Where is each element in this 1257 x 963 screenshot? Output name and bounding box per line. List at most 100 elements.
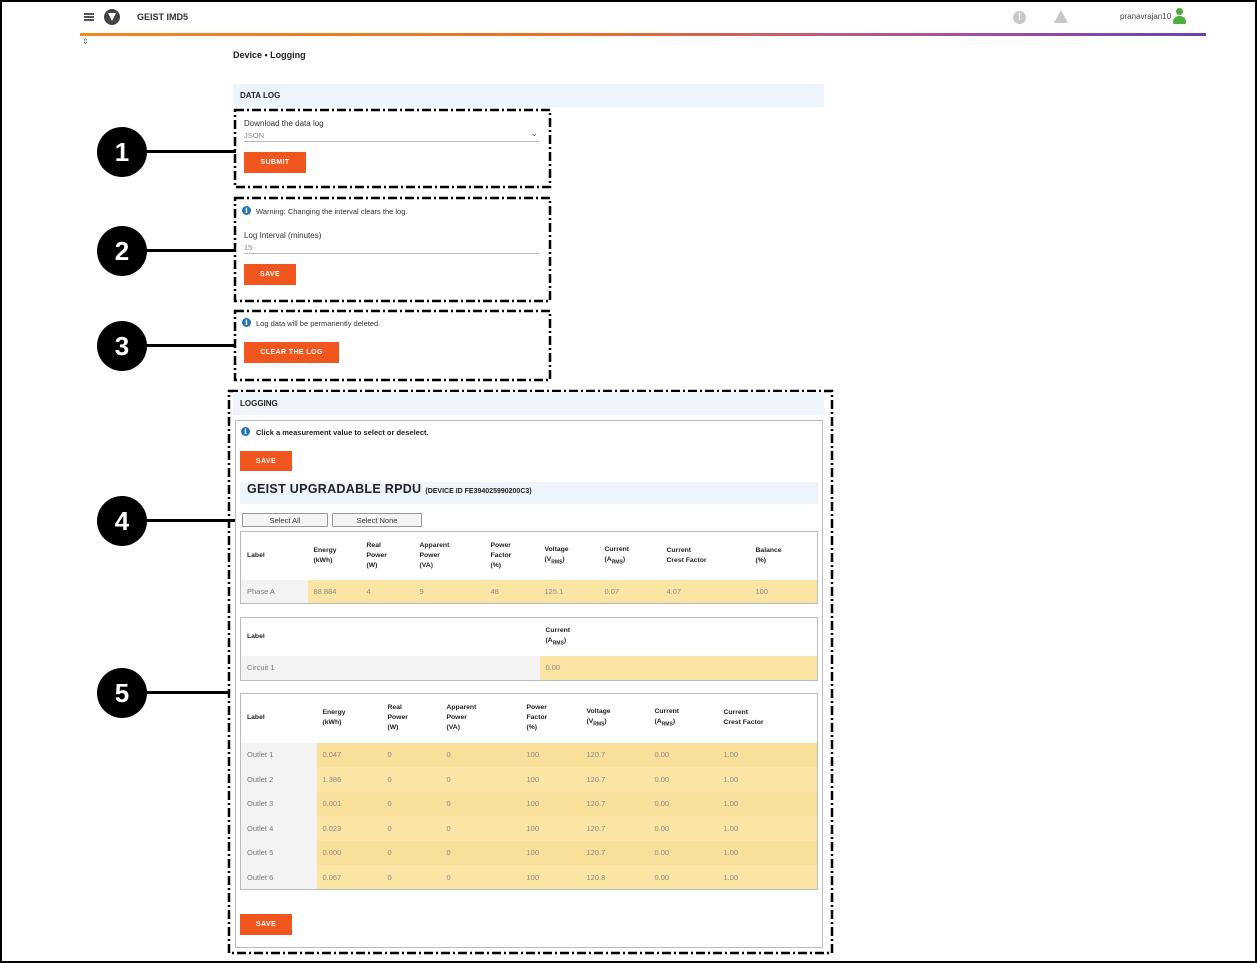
measurement-cell[interactable]: 120.7 bbox=[580, 840, 649, 865]
select-none-button[interactable]: Select None bbox=[332, 513, 422, 527]
measurement-cell[interactable]: 120.7 bbox=[580, 742, 649, 767]
save-interval-button[interactable]: SAVE bbox=[244, 264, 296, 285]
col-header: Balance (%) bbox=[755, 546, 782, 564]
table-row: Outlet 4 0.023 0 0 100 120.7 0.00 1.00 bbox=[240, 816, 818, 841]
measurement-cell[interactable]: 0.00 bbox=[648, 840, 718, 865]
measurement-cell[interactable]: 0.000 bbox=[316, 840, 382, 865]
measurement-cell[interactable]: 0.07 bbox=[598, 579, 661, 604]
col-header: Apparent Power (VA) bbox=[446, 704, 477, 732]
save-top-button[interactable]: SAVE bbox=[240, 451, 292, 471]
col-header: Voltage (VRMS) bbox=[544, 545, 569, 565]
callout-5: 5 bbox=[97, 668, 147, 718]
interval-input[interactable]: 15 bbox=[244, 243, 252, 252]
col-header: Real Power (W) bbox=[366, 541, 387, 569]
measurement-cell[interactable]: 120.7 bbox=[580, 791, 649, 816]
measurement-cell[interactable]: 120.7 bbox=[580, 816, 649, 841]
info-icon: i bbox=[242, 318, 251, 327]
measurement-cell[interactable]: 4.07 bbox=[660, 579, 750, 604]
table-row: Circuit 1 0.00 bbox=[240, 655, 818, 681]
callout-3: 3 bbox=[97, 321, 147, 371]
callout-2-line bbox=[146, 249, 236, 252]
col-header: Label bbox=[247, 714, 265, 722]
table-row: Phase A 88.884 4 9 48 125.1 0.07 4.07 10… bbox=[240, 579, 818, 604]
measurement-cell[interactable]: 0.00 bbox=[648, 767, 718, 792]
phase-table: Label Energy (kWh) Real Power (W) Apparent P… bbox=[240, 531, 818, 604]
measurement-cell[interactable]: 0.00 bbox=[648, 742, 718, 767]
measurement-cell[interactable]: 0 bbox=[381, 791, 441, 816]
outlet-label: Outlet 5 bbox=[240, 840, 317, 865]
table-row: Outlet 3 0.001 0 0 100 120.7 0.00 1.00 bbox=[240, 791, 818, 816]
callout-4: 4 bbox=[97, 496, 147, 546]
measurement-cell[interactable]: 9 bbox=[413, 579, 485, 604]
measurement-cell[interactable]: 1.00 bbox=[717, 791, 818, 816]
col-header: Voltage (VRMS) bbox=[586, 708, 611, 728]
col-header: Current (ARMS) bbox=[604, 545, 630, 565]
measurement-cell[interactable]: 0 bbox=[440, 791, 521, 816]
callout-3-line bbox=[146, 344, 236, 347]
measurement-cell[interactable]: 0 bbox=[440, 742, 521, 767]
interval-label: Log Interval (minutes) bbox=[244, 231, 322, 240]
measurement-cell[interactable]: 48 bbox=[484, 579, 539, 604]
measurement-cell[interactable]: 0 bbox=[381, 840, 441, 865]
measurement-cell[interactable]: 0 bbox=[381, 767, 441, 792]
measurement-cell[interactable]: 88.884 bbox=[307, 579, 361, 604]
measurement-cell[interactable]: 0 bbox=[381, 816, 441, 841]
callout-1-line bbox=[146, 150, 236, 153]
table-row: Outlet 6 0.067 0 0 100 120.8 0.00 1.00 bbox=[240, 865, 818, 890]
callout-4-line bbox=[146, 519, 240, 522]
outlet-label: Outlet 2 bbox=[240, 767, 317, 792]
measurement-cell[interactable]: 0 bbox=[381, 742, 441, 767]
measurement-cell[interactable]: 100 bbox=[520, 816, 581, 841]
measurement-cell[interactable]: 100 bbox=[520, 865, 581, 890]
measurement-cell[interactable]: 100 bbox=[520, 742, 581, 767]
measurement-cell[interactable]: 0.001 bbox=[316, 791, 382, 816]
measurement-cell[interactable]: 0 bbox=[381, 865, 441, 890]
measurement-cell[interactable]: 0 bbox=[440, 840, 521, 865]
callout-1: 1 bbox=[97, 127, 147, 177]
logging-info: Click a measurement value to select or d… bbox=[256, 428, 429, 437]
measurement-cell[interactable]: 0 bbox=[440, 767, 521, 792]
select-all-button[interactable]: Select All bbox=[242, 513, 328, 527]
col-header: Power Factor (%) bbox=[490, 541, 512, 569]
outlet-label: Outlet 3 bbox=[240, 791, 317, 816]
download-format-select[interactable]: JSON bbox=[244, 131, 264, 140]
callout-5-line bbox=[146, 691, 230, 694]
col-header: Real Power (W) bbox=[387, 704, 408, 732]
measurement-cell[interactable]: 0.00 bbox=[648, 816, 718, 841]
measurement-cell[interactable]: 0.00 bbox=[539, 655, 818, 681]
col-header: Energy (kWh) bbox=[322, 709, 346, 727]
measurement-cell[interactable]: 120.7 bbox=[580, 767, 649, 792]
measurement-cell[interactable]: 0.00 bbox=[648, 791, 718, 816]
table-row: Outlet 5 0.000 0 0 100 120.7 0.00 1.00 bbox=[240, 840, 818, 865]
measurement-cell[interactable]: 100 bbox=[520, 767, 581, 792]
measurement-cell[interactable]: 1.386 bbox=[316, 767, 382, 792]
measurement-cell[interactable]: 1.00 bbox=[717, 742, 818, 767]
submit-button[interactable]: SUBMIT bbox=[244, 152, 306, 173]
save-bottom-button[interactable]: SAVE bbox=[240, 914, 292, 935]
measurement-cell[interactable]: 0 bbox=[440, 865, 521, 890]
measurement-cell[interactable]: 0.047 bbox=[316, 742, 382, 767]
measurement-cell[interactable]: 125.1 bbox=[538, 579, 599, 604]
measurement-cell[interactable]: 1.00 bbox=[717, 816, 818, 841]
device-name: GEIST UPGRADABLE RPDU bbox=[247, 482, 422, 496]
info-icon: i bbox=[242, 206, 251, 215]
col-header: Current Crest Factor bbox=[666, 546, 707, 564]
input-underline bbox=[244, 253, 539, 254]
measurement-cell[interactable]: 0 bbox=[440, 816, 521, 841]
measurement-cell[interactable]: 1.00 bbox=[717, 865, 818, 890]
col-header: Power Factor (%) bbox=[526, 704, 548, 732]
measurement-cell[interactable]: 100 bbox=[520, 791, 581, 816]
measurement-cell[interactable]: 100 bbox=[520, 840, 581, 865]
measurement-cell[interactable]: 120.8 bbox=[580, 865, 649, 890]
measurement-cell[interactable]: 0.00 bbox=[648, 865, 718, 890]
measurement-cell[interactable]: 4 bbox=[360, 579, 414, 604]
info-icon: i bbox=[241, 427, 250, 436]
measurement-cell[interactable]: 1.00 bbox=[717, 840, 818, 865]
clear-log-button[interactable]: CLEAR THE LOG bbox=[244, 342, 339, 363]
measurement-cell[interactable]: 0.067 bbox=[316, 865, 382, 890]
col-header: Label bbox=[247, 632, 265, 640]
measurement-cell[interactable]: 100 bbox=[749, 579, 818, 604]
measurement-cell[interactable]: 1.00 bbox=[717, 767, 818, 792]
chevron-down-icon[interactable]: ⌄ bbox=[531, 129, 538, 138]
measurement-cell[interactable]: 0.023 bbox=[316, 816, 382, 841]
